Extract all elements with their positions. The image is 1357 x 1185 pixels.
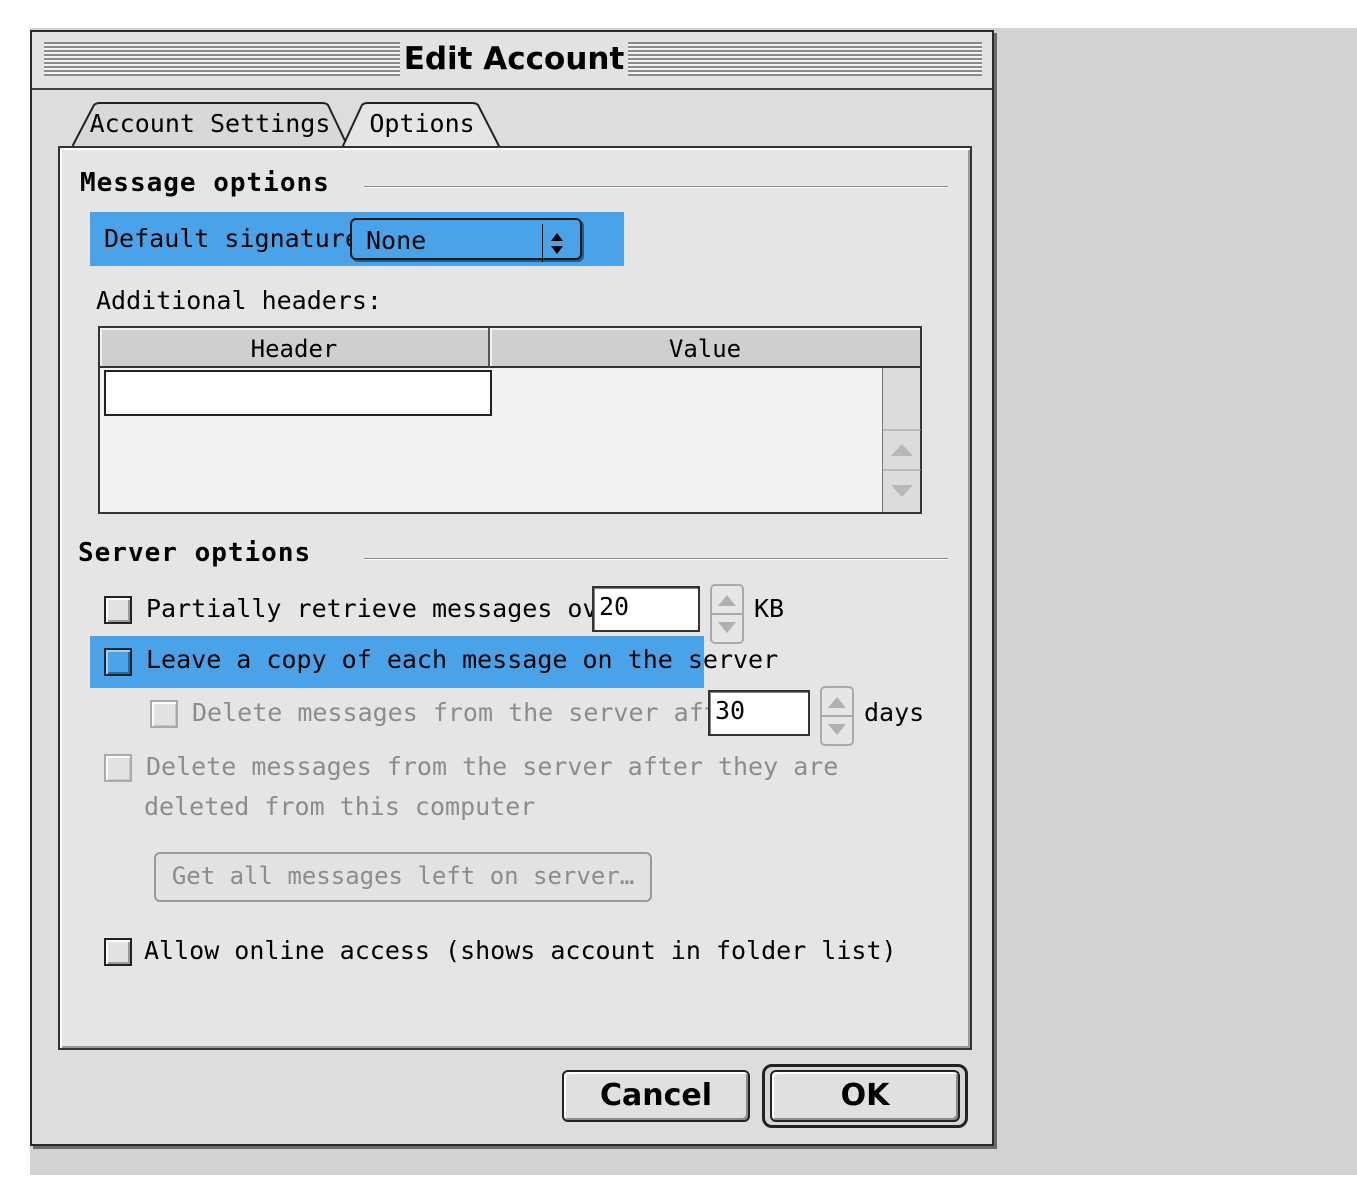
- ok-button[interactable]: OK: [770, 1070, 960, 1122]
- headers-scrollbar[interactable]: [882, 368, 921, 512]
- delete-after-local-label-line2: deleted from this computer: [144, 792, 536, 821]
- title-bar-stripes-right: [628, 42, 982, 76]
- partial-retrieve-label: Partially retrieve messages over: [146, 594, 628, 623]
- delete-after-days-field[interactable]: 30: [708, 690, 810, 736]
- partial-retrieve-kb-field[interactable]: 20: [592, 586, 700, 632]
- column-header-header[interactable]: Header: [100, 328, 490, 368]
- headers-table: Header Value: [98, 326, 922, 514]
- tab-account-settings-label: Account Settings: [89, 109, 331, 138]
- header-edit-cell[interactable]: [104, 370, 492, 416]
- tab-options-label: Options: [369, 109, 475, 138]
- delete-after-local-checkbox[interactable]: [104, 754, 132, 782]
- message-options-title: Message options: [80, 168, 330, 198]
- online-access-label: Allow online access (shows account in fo…: [144, 936, 897, 965]
- delete-after-days-checkbox[interactable]: [150, 700, 178, 728]
- partial-retrieve-unit: KB: [754, 594, 785, 623]
- scroll-arrows-icon: [883, 429, 921, 497]
- cancel-button[interactable]: Cancel: [562, 1070, 750, 1122]
- leave-copy-checkbox[interactable]: [104, 648, 132, 676]
- partial-retrieve-checkbox[interactable]: [104, 596, 132, 624]
- server-options-rule: [364, 558, 948, 560]
- tab-account-settings[interactable]: Account Settings: [72, 102, 348, 148]
- default-signature-select[interactable]: None: [350, 218, 582, 262]
- options-panel: Message options Default signature: None …: [58, 146, 972, 1050]
- server-options-title: Server options: [78, 538, 312, 568]
- tab-options[interactable]: Options: [342, 102, 502, 148]
- column-header-value[interactable]: Value: [490, 328, 920, 368]
- additional-headers-label: Additional headers:: [96, 286, 382, 315]
- window-title: Edit Account: [400, 40, 628, 78]
- online-access-checkbox[interactable]: [104, 938, 132, 966]
- default-signature-label: Default signature:: [104, 224, 375, 253]
- title-bar-stripes-left: [44, 42, 400, 76]
- leave-copy-label: Leave a copy of each message on the serv…: [146, 645, 779, 674]
- partial-retrieve-stepper[interactable]: [710, 584, 744, 644]
- default-signature-value: None: [366, 226, 427, 255]
- delete-after-days-unit: days: [864, 698, 925, 727]
- edit-account-window: Edit Account Account Settings Options Me…: [30, 30, 994, 1146]
- delete-after-days-stepper[interactable]: [820, 686, 854, 746]
- delete-after-days-label: Delete messages from the server after: [192, 698, 749, 727]
- updown-arrows-icon: [542, 224, 563, 262]
- delete-after-local-label-line1: Delete messages from the server after th…: [146, 752, 839, 781]
- title-bar[interactable]: Edit Account: [32, 32, 992, 90]
- message-options-rule: [364, 186, 948, 188]
- get-all-messages-button[interactable]: Get all messages left on server…: [154, 852, 652, 902]
